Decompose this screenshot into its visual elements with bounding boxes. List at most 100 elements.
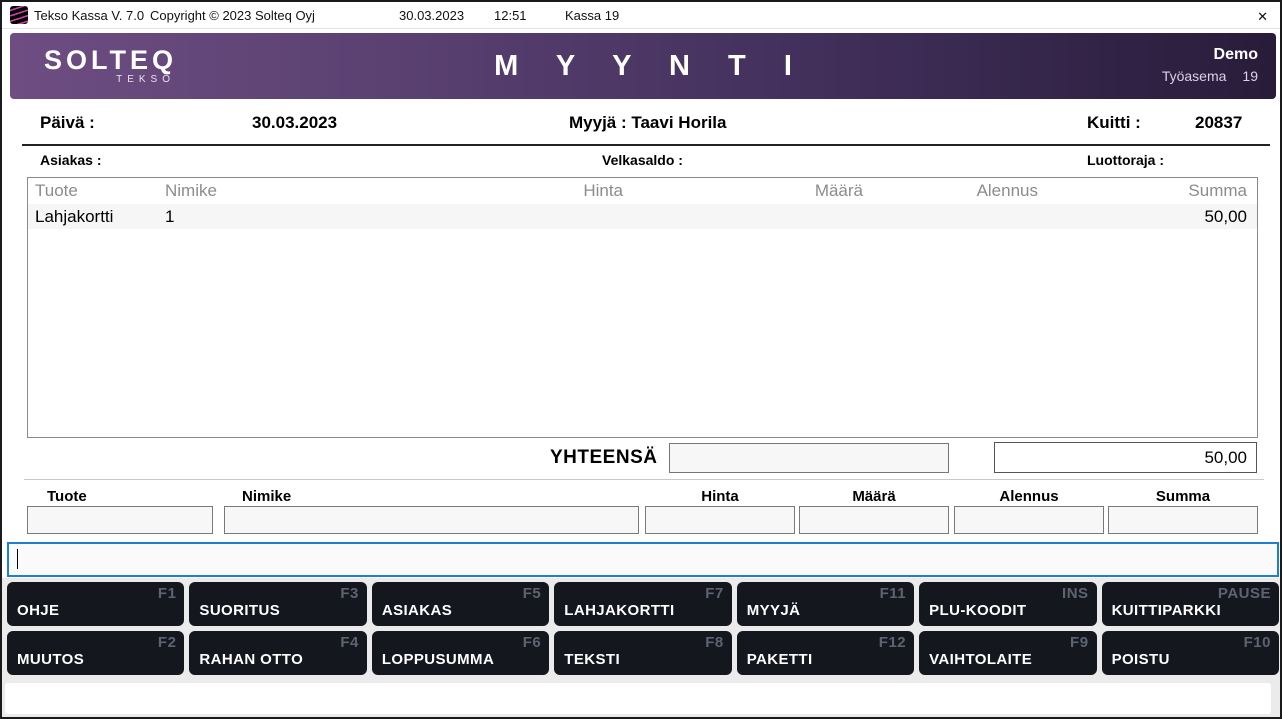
text-caret xyxy=(17,549,18,569)
app-icon xyxy=(10,6,28,24)
date-value: 30.03.2023 xyxy=(252,113,337,133)
muutos-button[interactable]: F2 MUUTOS xyxy=(7,631,184,675)
paketti-button[interactable]: F12 PAKETTI xyxy=(737,631,914,675)
entry-label-maara: Määrä xyxy=(799,488,949,505)
col-maara: Määrä xyxy=(623,181,863,201)
fkey-label: F7 xyxy=(705,585,724,602)
header-right-info: Demo Työasema 19 xyxy=(1162,45,1258,84)
teksti-button[interactable]: F8 TEKSTI xyxy=(554,631,731,675)
sale-lines-table[interactable]: Tuote Nimike Hinta Määrä Alennus Summa L… xyxy=(27,177,1258,438)
fkey-label: F9 xyxy=(1070,634,1089,651)
tuote-input[interactable] xyxy=(27,506,213,534)
status-bar xyxy=(5,683,1271,714)
workstation-info: Työasema 19 xyxy=(1162,68,1258,84)
titlebar: Tekso Kassa V. 7.0 Copyright © 2023 Solt… xyxy=(2,2,1280,29)
fkey-label: F2 xyxy=(158,634,177,651)
button-label: PLU-KOODIT xyxy=(929,602,1026,619)
button-label: PAKETTI xyxy=(747,651,813,668)
cell-summa: 50,00 xyxy=(1038,207,1257,227)
fkey-label: INS xyxy=(1062,585,1089,602)
copyright-text: Copyright © 2023 Solteq Oyj xyxy=(150,8,315,23)
table-header-row: Tuote Nimike Hinta Määrä Alennus Summa xyxy=(28,178,1257,204)
kuittiparkki-button[interactable]: PAUSE KUITTIPARKKI xyxy=(1102,582,1279,626)
function-button-grid: F1 OHJE F3 SUORITUS F5 ASIAKAS F7 LAHJAK… xyxy=(7,582,1279,675)
col-hinta: Hinta xyxy=(463,181,623,201)
col-alennus: Alennus xyxy=(863,181,1038,201)
fkey-label: F5 xyxy=(523,585,542,602)
receipt-label: Kuitti : xyxy=(1087,113,1141,133)
button-label: LOPPUSUMMA xyxy=(382,651,494,668)
myyja-button[interactable]: F11 MYYJÄ xyxy=(737,582,914,626)
button-label: TEKSTI xyxy=(564,651,620,668)
fkey-label: F3 xyxy=(340,585,359,602)
fkey-label: PAUSE xyxy=(1218,585,1271,602)
lahjakortti-button[interactable]: F7 LAHJAKORTTI xyxy=(554,582,731,626)
fkey-label: F12 xyxy=(879,634,906,651)
customer-label: Asiakas : xyxy=(40,152,101,168)
entry-label-alennus: Alennus xyxy=(954,488,1104,505)
col-summa: Summa xyxy=(1038,181,1257,201)
command-input[interactable] xyxy=(7,542,1279,577)
entry-label-hinta: Hinta xyxy=(645,488,795,505)
alennus-input[interactable] xyxy=(954,506,1104,534)
button-label: MUUTOS xyxy=(17,651,84,668)
button-label: OHJE xyxy=(17,602,59,619)
fkey-label: F11 xyxy=(880,585,907,602)
nimike-input[interactable] xyxy=(224,506,639,534)
entry-label-tuote: Tuote xyxy=(47,488,87,505)
suoritus-button[interactable]: F3 SUORITUS xyxy=(189,582,366,626)
button-label: VAIHTOLAITE xyxy=(929,651,1032,668)
asiakas-button[interactable]: F5 ASIAKAS xyxy=(372,582,549,626)
date-label: Päivä : xyxy=(40,113,95,133)
fkey-label: F10 xyxy=(1244,634,1271,651)
vaihtolaite-button[interactable]: F9 VAIHTOLAITE xyxy=(919,631,1096,675)
mode-badge: Demo xyxy=(1162,45,1258,65)
receipt-number: 20837 xyxy=(1195,113,1242,133)
close-icon[interactable]: ✕ xyxy=(1257,8,1268,26)
seller-line: Myyjä : Taavi Horila xyxy=(569,113,726,133)
button-label: LAHJAKORTTI xyxy=(564,602,674,619)
entry-label-summa: Summa xyxy=(1108,488,1258,505)
section-divider xyxy=(24,479,1264,480)
table-row[interactable]: Lahjakortti 1 50,00 xyxy=(28,204,1257,229)
page-title: M Y Y N T I xyxy=(10,50,1276,83)
poistu-button[interactable]: F10 POISTU xyxy=(1102,631,1279,675)
debt-label: Velkasaldo : xyxy=(602,152,683,168)
workstation-number: 19 xyxy=(1242,68,1258,84)
app-header: SOLTEQ TEKSO M Y Y N T I Demo Työasema19 xyxy=(10,33,1276,99)
fkey-label: F6 xyxy=(523,634,542,651)
entry-label-nimike: Nimike xyxy=(242,488,291,505)
col-nimike: Nimike xyxy=(163,181,463,201)
button-label: POISTU xyxy=(1112,651,1170,668)
button-label: KUITTIPARKKI xyxy=(1112,602,1222,619)
fkey-label: F1 xyxy=(158,585,177,602)
summa-input[interactable] xyxy=(1108,506,1258,534)
col-tuote: Tuote xyxy=(28,181,163,201)
workstation-label: Työasema xyxy=(1162,68,1227,84)
cell-nimike: 1 xyxy=(163,207,463,227)
total-amount-display: 50,00 xyxy=(994,442,1257,473)
plu-koodit-button[interactable]: INS PLU-KOODIT xyxy=(919,582,1096,626)
maara-input[interactable] xyxy=(799,506,949,534)
app-window: Tekso Kassa V. 7.0 Copyright © 2023 Solt… xyxy=(0,0,1282,719)
loppusumma-button[interactable]: F6 LOPPUSUMMA xyxy=(372,631,549,675)
button-label: ASIAKAS xyxy=(382,602,452,619)
button-label: SUORITUS xyxy=(199,602,280,619)
total-label: YHTEENSÄ xyxy=(550,447,657,469)
titlebar-date: 30.03.2023 xyxy=(399,8,464,23)
fkey-label: F8 xyxy=(705,634,724,651)
button-label: RAHAN OTTO xyxy=(199,651,303,668)
hinta-input[interactable] xyxy=(645,506,795,534)
total-entry-input[interactable] xyxy=(669,443,949,473)
titlebar-time: 12:51 xyxy=(494,8,527,23)
ohje-button[interactable]: F1 OHJE xyxy=(7,582,184,626)
horizontal-rule xyxy=(22,144,1270,146)
cell-tuote: Lahjakortti xyxy=(28,207,163,227)
fkey-label: F4 xyxy=(340,634,359,651)
app-title: Tekso Kassa V. 7.0 xyxy=(34,8,144,23)
rahan-otto-button[interactable]: F4 RAHAN OTTO xyxy=(189,631,366,675)
credit-label: Luottoraja : xyxy=(1087,152,1164,168)
button-label: MYYJÄ xyxy=(747,602,801,619)
bottom-panel: F1 OHJE F3 SUORITUS F5 ASIAKAS F7 LAHJAK… xyxy=(2,578,1280,719)
titlebar-register: Kassa 19 xyxy=(565,8,619,23)
